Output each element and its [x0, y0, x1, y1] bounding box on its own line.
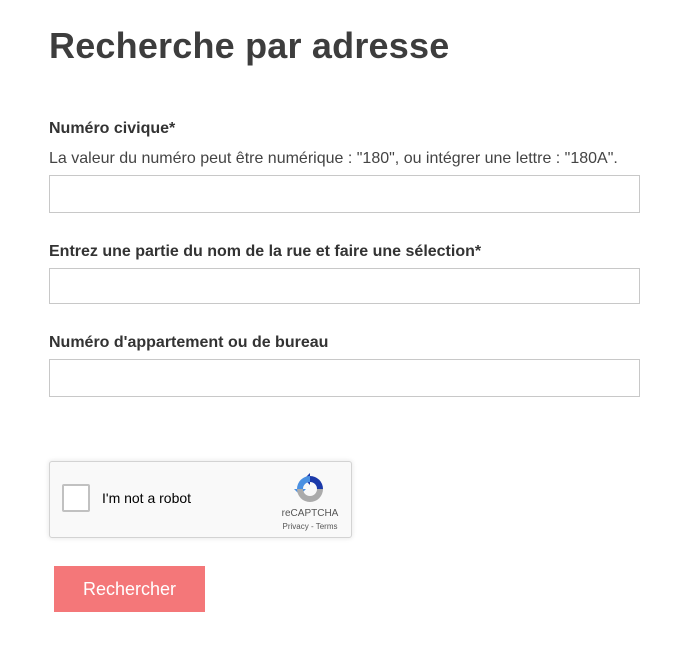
recaptcha-label: I'm not a robot: [102, 490, 192, 506]
recaptcha-links-separator: -: [308, 522, 316, 531]
civic-number-label: Numéro civique*: [49, 120, 176, 137]
street-label: Entrez une partie du nom de la rue et fa…: [49, 243, 482, 260]
apartment-input[interactable]: [49, 359, 640, 397]
recaptcha-privacy-link[interactable]: Privacy: [283, 522, 309, 531]
search-button[interactable]: Rechercher: [54, 566, 205, 612]
recaptcha-links: Privacy - Terms: [272, 522, 348, 532]
recaptcha-brand: reCAPTCHA: [281, 508, 339, 519]
recaptcha-logo-icon: [294, 473, 323, 502]
recaptcha-widget: I'm not a robot reCAPTCHA Privacy - Term…: [49, 461, 352, 538]
recaptcha-terms-link[interactable]: Terms: [316, 522, 338, 531]
recaptcha-checkbox[interactable]: [62, 484, 90, 512]
civic-number-input[interactable]: [49, 175, 640, 213]
apartment-label: Numéro d'appartement ou de bureau: [49, 334, 329, 351]
street-input[interactable]: [49, 268, 640, 304]
civic-number-help: La valeur du numéro peut être numérique …: [49, 150, 618, 167]
page-title: Recherche par adresse: [49, 25, 450, 66]
